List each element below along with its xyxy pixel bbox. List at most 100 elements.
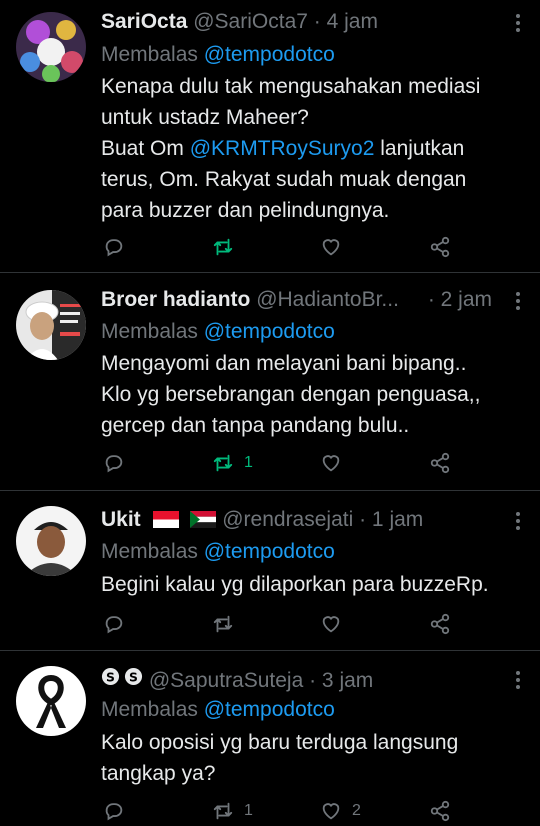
sudan-flag-icon <box>190 511 217 528</box>
reply-prefix: Membalas <box>101 540 198 563</box>
handle[interactable]: @SariOcta7 <box>193 10 308 33</box>
timestamp[interactable]: · 3 jam <box>309 669 373 692</box>
avatar[interactable] <box>16 12 86 82</box>
tweet-text-line: gercep dan tanpa pandang bulu.. <box>101 414 410 437</box>
tweet-saputrasuteja[interactable]: S S @SaputraSuteja · 3 jam Membalas @tem… <box>0 651 540 826</box>
svg-text:S: S <box>129 670 138 684</box>
tweet-text-line: para buzzer dan pelindungnya. <box>101 199 390 222</box>
tweet-text-line: Buat Om @KRMTRoySuryo2 lanjutkan <box>101 133 521 164</box>
tweet-text: Kenapa dulu tak mengusahakan mediasi unt… <box>101 71 521 226</box>
tweet-text-line: Klo yg bersebrangan dengan penguasa,, <box>101 383 481 406</box>
like-button[interactable] <box>320 233 342 261</box>
tweet-text-segment: lanjutkan <box>374 137 465 160</box>
reply-icon <box>105 803 123 821</box>
tweet-text: Kalo oposisi yg baru terduga langsung ta… <box>101 727 521 789</box>
tweet-text: Begini kalau yg dilaporkan para buzzeRp. <box>101 569 521 600</box>
reply-mention-link[interactable]: @tempodotco <box>204 43 335 66</box>
retweet-icon <box>213 615 233 633</box>
reply-icon <box>105 239 123 257</box>
handle[interactable]: @rendrasejati <box>222 508 353 531</box>
tweet-text-line: terus, Om. Rakyat sudah muak dengan <box>101 168 467 191</box>
reply-icon <box>105 616 123 634</box>
letter-s-circle-icon: S <box>124 667 143 686</box>
retweet-button[interactable] <box>212 233 244 261</box>
reply-prefix: Membalas <box>101 698 198 721</box>
display-name[interactable]: SariOcta <box>101 10 187 33</box>
retweet-button[interactable] <box>212 610 244 638</box>
mention-link[interactable]: @KRMTRoySuryo2 <box>190 137 375 160</box>
share-icon <box>430 236 450 258</box>
tweet-text-line: Begini kalau yg dilaporkan para buzzeRp. <box>101 573 489 596</box>
tweet-actions <box>101 233 521 261</box>
handle[interactable]: @HadiantoBr... <box>256 288 399 311</box>
retweet-button[interactable]: 1 <box>212 449 253 477</box>
retweet-icon <box>213 238 233 256</box>
svg-text:S: S <box>106 670 115 684</box>
reply-icon <box>105 455 123 473</box>
indonesia-flag-icon <box>152 511 179 528</box>
display-name[interactable]: Broer hadianto <box>101 288 250 311</box>
avatar[interactable] <box>16 666 86 736</box>
reply-context: Membalas @tempodotco <box>101 320 335 344</box>
tweet-text-line: Kalo oposisi yg baru terduga langsung <box>101 731 459 754</box>
more-icon[interactable] <box>514 512 522 533</box>
reply-context: Membalas @tempodotco <box>101 540 335 564</box>
like-button[interactable] <box>320 610 342 638</box>
reply-button[interactable] <box>103 449 125 477</box>
handle[interactable]: @SaputraSuteja <box>149 669 303 692</box>
share-button[interactable] <box>429 797 451 825</box>
share-button[interactable] <box>429 449 451 477</box>
heart-icon <box>322 239 340 256</box>
reply-prefix: Membalas <box>101 43 198 66</box>
reply-mention-link[interactable]: @tempodotco <box>204 698 335 721</box>
share-icon <box>430 452 450 474</box>
tweet-actions: 1 <box>101 449 521 477</box>
heart-icon <box>322 616 340 633</box>
reply-context: Membalas @tempodotco <box>101 698 335 722</box>
like-count: 2 <box>352 802 361 819</box>
reply-button[interactable] <box>103 610 125 638</box>
tweet-broer-hadianto[interactable]: Broer hadianto @HadiantoBr... · 2 jam Me… <box>0 273 540 489</box>
tweet-header: S S @SaputraSuteja · 3 jam <box>101 667 494 693</box>
timestamp[interactable]: · 1 jam <box>359 508 423 531</box>
heart-icon <box>322 803 340 820</box>
like-button[interactable] <box>320 449 342 477</box>
tweet-text-segment: Buat Om <box>101 137 190 160</box>
letter-s-circle-icon: S <box>101 667 120 686</box>
reply-button[interactable] <box>103 797 125 825</box>
avatar[interactable] <box>16 506 86 576</box>
reply-prefix: Membalas <box>101 320 198 343</box>
reply-context: Membalas @tempodotco <box>101 43 335 67</box>
tweet-sariocta[interactable]: SariOcta @SariOcta7 · 4 jam Membalas @te… <box>0 0 540 272</box>
retweet-count: 1 <box>244 802 253 819</box>
tweet-text-line: Kenapa dulu tak mengusahakan mediasi <box>101 75 481 98</box>
more-icon[interactable] <box>514 292 522 313</box>
share-button[interactable] <box>429 233 451 261</box>
share-button[interactable] <box>429 610 451 638</box>
retweet-count: 1 <box>244 454 253 471</box>
share-icon <box>430 613 450 635</box>
reply-button[interactable] <box>103 233 125 261</box>
reply-mention-link[interactable]: @tempodotco <box>204 540 335 563</box>
tweet-actions <box>101 610 521 638</box>
heart-icon <box>322 455 340 472</box>
tweet-ukit[interactable]: Ukit @rendrasejati · 1 jam Membalas @tem… <box>0 491 540 649</box>
timestamp[interactable]: · 2 jam <box>428 288 492 312</box>
retweet-icon <box>213 802 233 820</box>
more-icon[interactable] <box>514 14 522 35</box>
share-icon <box>430 800 450 822</box>
tweet-text-line: tangkap ya? <box>101 762 216 785</box>
like-button[interactable]: 2 <box>320 797 361 825</box>
tweet-text-line: Mengayomi dan melayani bani bipang.. <box>101 352 467 375</box>
display-name[interactable]: Ukit <box>101 508 141 531</box>
more-icon[interactable] <box>514 671 522 692</box>
retweet-icon <box>213 454 233 472</box>
tweet-actions: 1 2 <box>101 797 521 825</box>
retweet-button[interactable]: 1 <box>212 797 253 825</box>
timestamp[interactable]: · 4 jam <box>314 10 378 33</box>
display-name[interactable]: S S <box>101 667 143 686</box>
avatar[interactable] <box>16 290 86 360</box>
reply-mention-link[interactable]: @tempodotco <box>204 320 335 343</box>
tweet-text-line: untuk ustadz Maheer? <box>101 106 309 129</box>
tweet-header: Ukit @rendrasejati · 1 jam <box>101 508 494 532</box>
